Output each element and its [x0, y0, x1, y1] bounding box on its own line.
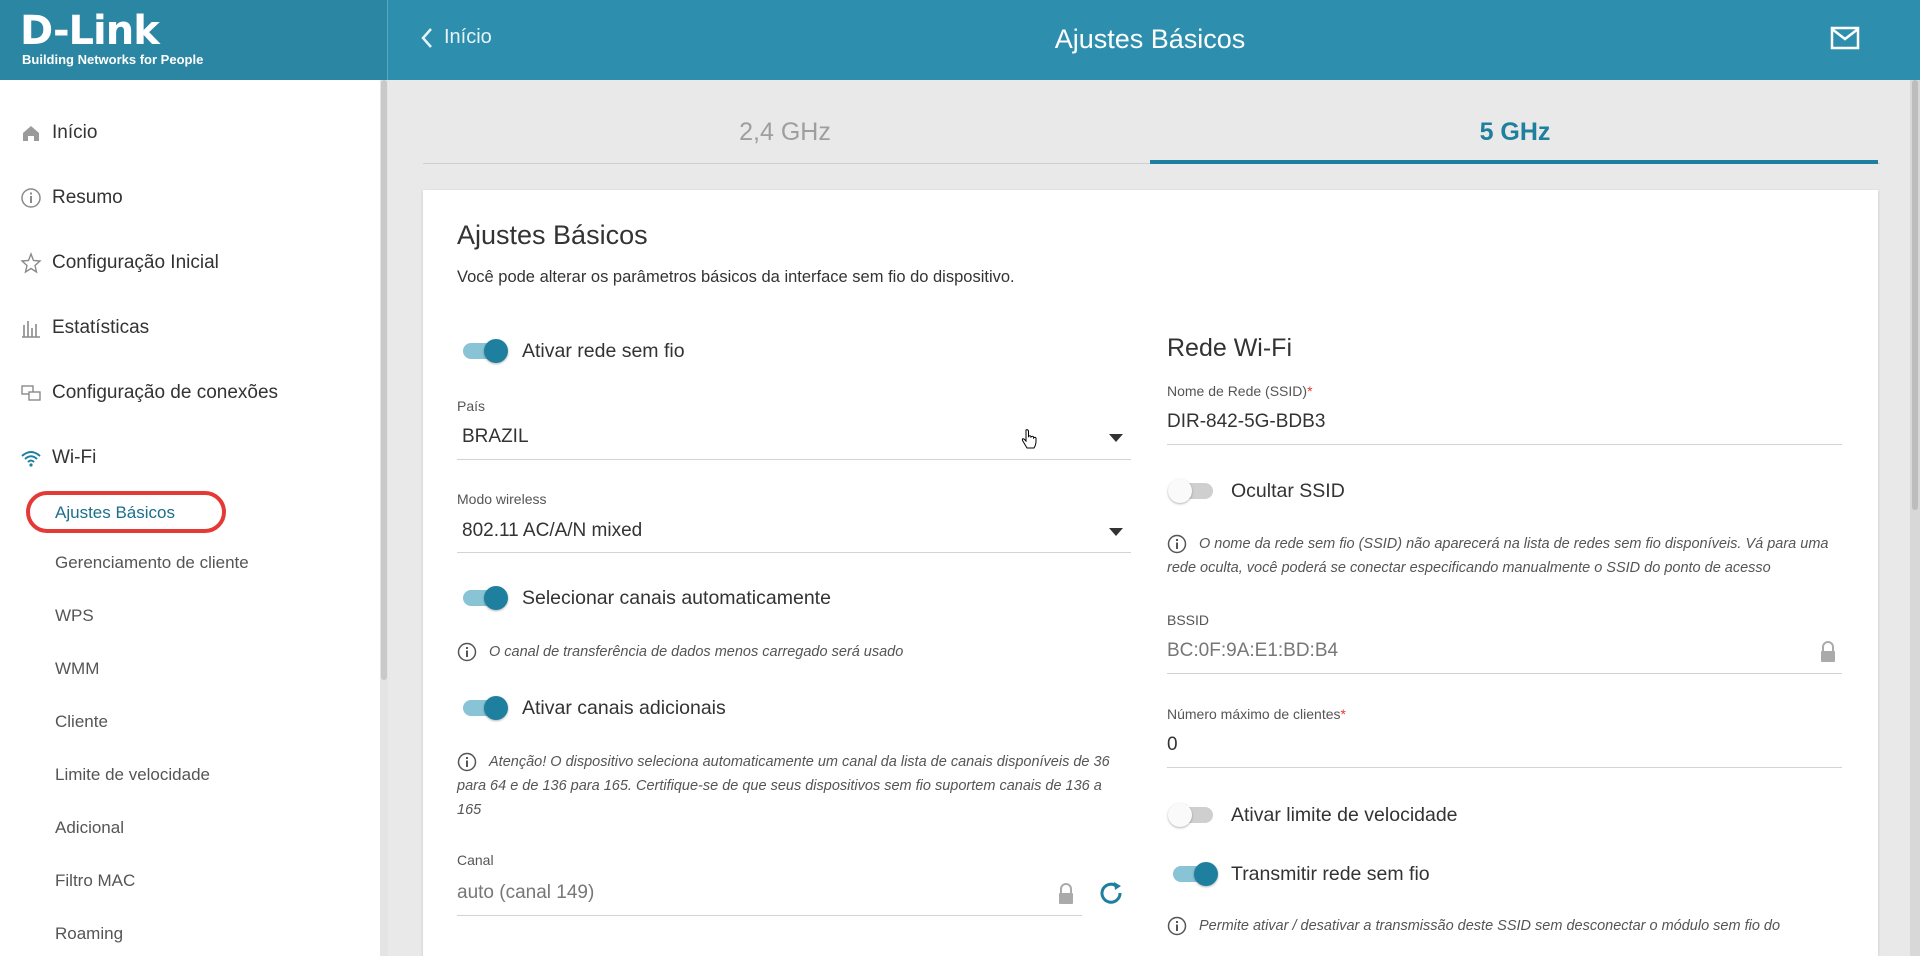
country-select[interactable]: BRAZIL: [462, 426, 1142, 456]
tab-5ghz[interactable]: 5 GHz: [1150, 118, 1880, 147]
sidebar-subitem-limite[interactable]: Limite de velocidade: [55, 765, 210, 785]
ssid-underline: [1167, 444, 1842, 445]
mail-icon[interactable]: [1830, 26, 1860, 50]
bssid-label: BSSID: [1167, 612, 1210, 628]
page-title: Ajustes Básicos: [1054, 24, 1246, 54]
sidebar-subitem-gerenciamento[interactable]: Gerenciamento de cliente: [55, 553, 249, 573]
enable-wireless-label: Ativar rede sem fio: [522, 340, 685, 362]
info-icon: [457, 752, 477, 772]
wireless-mode-label: Modo wireless: [457, 491, 547, 507]
sidebar-subitem-roaming[interactable]: Roaming: [55, 924, 123, 944]
sidebar-item-label: Configuração Inicial: [52, 252, 219, 273]
sidebar-subitem-label: Ajustes Básicos: [55, 503, 175, 522]
sidebar: Início Resumo Configuração Inicial Estat…: [0, 80, 380, 956]
sidebar-item-label: Estatísticas: [52, 317, 150, 338]
sidebar-item-wifi[interactable]: Wi-Fi: [20, 447, 96, 469]
wifi-icon: [21, 451, 41, 467]
lock-icon: [1821, 641, 1835, 662]
speed-limit-label: Ativar limite de velocidade: [1231, 804, 1458, 826]
tab-24ghz[interactable]: 2,4 GHz: [420, 118, 1150, 147]
home-icon: [23, 126, 39, 141]
card-title: Ajustes Básicos: [457, 220, 648, 250]
sidebar-scrollbar[interactable]: [380, 80, 388, 956]
sidebar-subitem-wps[interactable]: WPS: [55, 606, 94, 626]
broadcast-label: Transmitir rede sem fio: [1231, 863, 1430, 885]
hide-ssid-label: Ocultar SSID: [1231, 480, 1345, 502]
chevron-down-icon[interactable]: [1109, 434, 1123, 442]
wireless-mode-select[interactable]: 802.11 AC/A/N mixed: [462, 520, 1142, 550]
wireless-mode-underline: [457, 552, 1131, 553]
wifi-network-title: Rede Wi-Fi: [1167, 334, 1293, 362]
sidebar-item-estatisticas[interactable]: Estatísticas: [20, 317, 149, 339]
country-label: País: [457, 398, 486, 414]
info-icon: [1167, 916, 1187, 936]
broadcast-info: Permite ativar / desativar a transmissão…: [1199, 918, 1781, 934]
star-icon: [20, 252, 42, 274]
sidebar-item-inicio[interactable]: Início: [20, 122, 97, 144]
channel-value: auto (canal 149): [457, 882, 595, 903]
broadcast-toggle[interactable]: [1170, 862, 1218, 886]
sidebar-subitem-cliente[interactable]: Cliente: [55, 712, 108, 732]
auto-channel-info: O canal de transferência de dados menos …: [489, 644, 904, 660]
max-clients-label: Número máximo de clientes*: [1167, 706, 1346, 722]
sidebar-item-configuracao-de-conexoes[interactable]: Configuração de conexões: [20, 382, 278, 404]
info-icon: [1167, 534, 1187, 554]
auto-channel-toggle[interactable]: [460, 586, 508, 610]
sidebar-subitem-filtro-mac[interactable]: Filtro MAC: [55, 871, 135, 891]
extra-channels-info-2: para 64 e de 136 para 165. Certifique-se…: [457, 778, 1102, 794]
channel-label: Canal: [457, 852, 494, 868]
sidebar-subitem-adicional[interactable]: Adicional: [55, 818, 124, 838]
sidebar-subitem-wmm[interactable]: WMM: [55, 659, 99, 679]
info-icon: [457, 642, 477, 662]
refresh-icon[interactable]: [1096, 878, 1126, 908]
extra-channels-label: Ativar canais adicionais: [522, 697, 726, 719]
connections-icon: [21, 385, 41, 401]
extra-channels-info-1: Atenção! O dispositivo seleciona automat…: [489, 754, 1110, 770]
ssid-label: Nome de Rede (SSID)*: [1167, 383, 1313, 399]
bssid-underline: [1167, 673, 1842, 674]
extra-channels-info-3: 165: [457, 802, 482, 818]
bar-chart-icon: [22, 321, 40, 338]
sidebar-item-label: Configuração de conexões: [52, 382, 279, 403]
settings-card: Ajustes Básicos Você pode alterar os par…: [423, 190, 1878, 956]
sidebar-item-label: Wi-Fi: [52, 447, 97, 468]
enable-wireless-toggle[interactable]: [460, 339, 508, 363]
info-icon: [21, 188, 41, 208]
card-description: Você pode alterar os parâmetros básicos …: [457, 268, 1015, 286]
bssid-value: BC:0F:9A:E1:BD:B4: [1167, 640, 1339, 661]
active-tab-indicator: [1150, 160, 1878, 164]
channel-underline: [457, 915, 1082, 916]
speed-limit-toggle[interactable]: [1168, 803, 1216, 827]
sidebar-item-configuracao-inicial[interactable]: Configuração Inicial: [20, 252, 219, 274]
page-scrollbar[interactable]: [1910, 80, 1920, 956]
sidebar-subitem-ajustes-basicos[interactable]: Ajustes Básicos: [26, 491, 226, 533]
sidebar-item-label: Início: [52, 122, 98, 143]
chevron-down-icon[interactable]: [1109, 528, 1123, 536]
lock-icon: [1059, 883, 1073, 904]
max-clients-input[interactable]: 0: [1167, 734, 1842, 764]
hide-ssid-toggle[interactable]: [1168, 479, 1216, 503]
max-clients-underline: [1167, 767, 1842, 768]
ssid-input[interactable]: DIR-842-5G-BDB3: [1167, 411, 1842, 441]
sidebar-item-resumo[interactable]: Resumo: [20, 187, 123, 209]
country-underline: [457, 459, 1131, 460]
auto-channel-label: Selecionar canais automaticamente: [522, 587, 831, 609]
hand-cursor-icon: [1021, 429, 1037, 449]
hide-ssid-info-2: rede oculta, você poderá se conectar esp…: [1167, 560, 1771, 576]
sidebar-item-label: Resumo: [52, 187, 123, 208]
extra-channels-toggle[interactable]: [460, 696, 508, 720]
top-bar: D-Link Building Networks for People Iníc…: [0, 0, 1920, 80]
hide-ssid-info-1: O nome da rede sem fio (SSID) não aparec…: [1199, 536, 1829, 552]
